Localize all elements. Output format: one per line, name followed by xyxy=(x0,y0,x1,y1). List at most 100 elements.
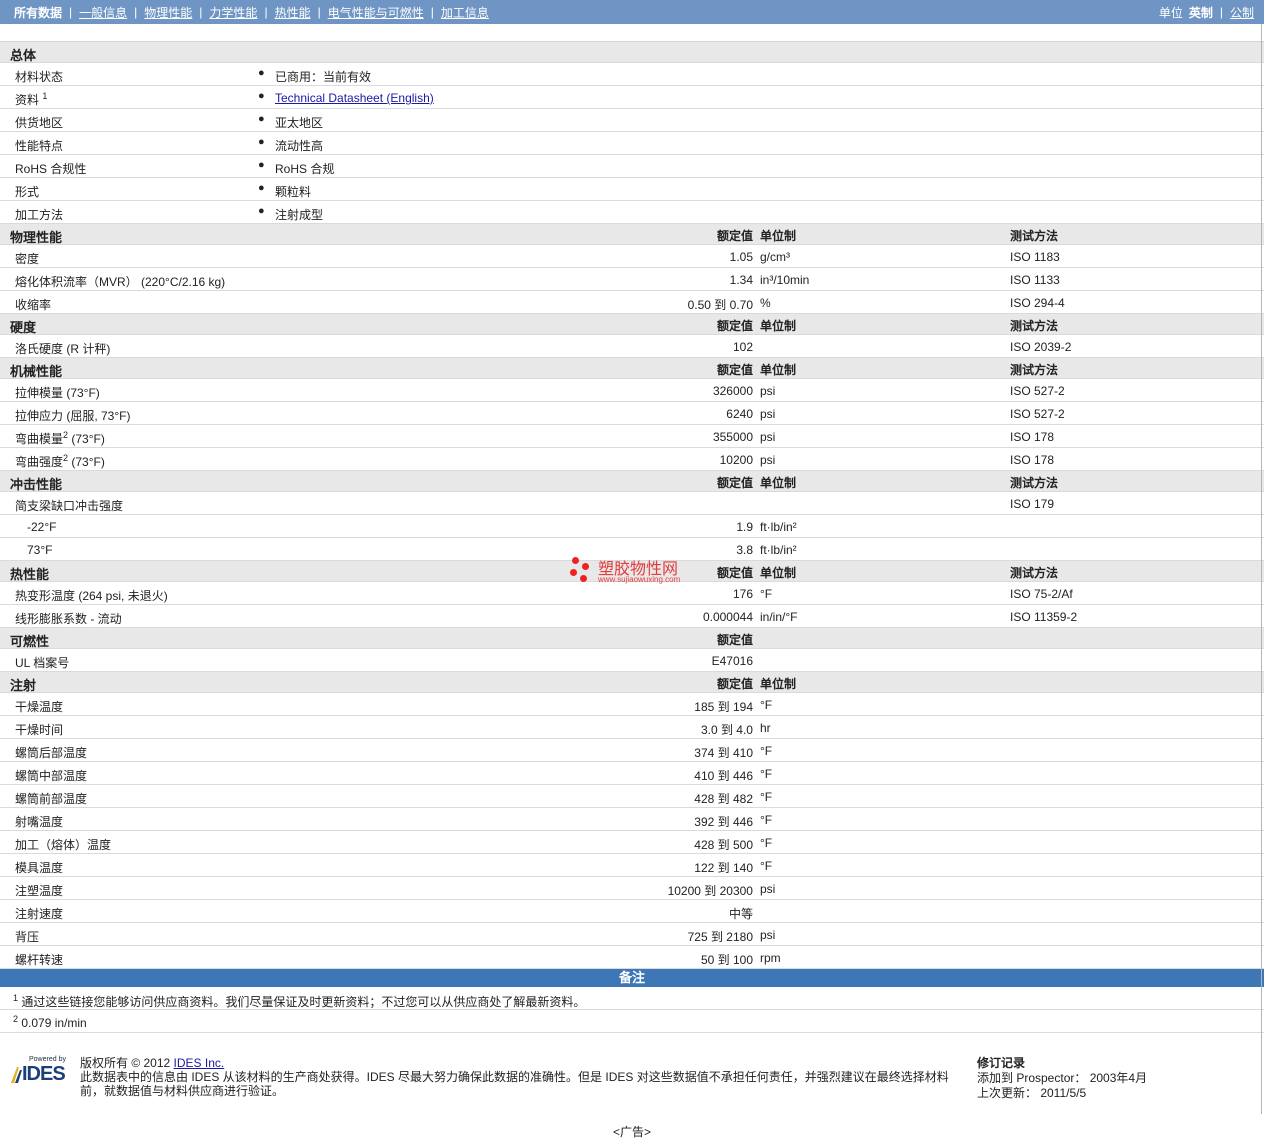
ides-logo: Powered by IDES xyxy=(8,1056,70,1085)
property-unit: % xyxy=(760,296,771,310)
property-unit: in/in/°F xyxy=(760,610,798,624)
header-unit: 单位制 xyxy=(760,229,797,243)
section-title: 注射 xyxy=(10,678,37,693)
property-unit: psi xyxy=(760,430,776,444)
datasheet-link[interactable]: Technical Datasheet (English) xyxy=(275,91,434,105)
tab-5[interactable]: 电气性能与可燃性 xyxy=(328,4,424,21)
property-method: ISO 75-2/Af xyxy=(1010,587,1073,601)
property-row: 弯曲模量2 (73°F) 355000 psi ISO 178 xyxy=(0,425,1264,448)
property-row: 弯曲强度2 (73°F) 10200 psi ISO 178 xyxy=(0,448,1264,471)
property-method: ISO 1133 xyxy=(1010,273,1060,287)
note-text: 2 0.079 in/min xyxy=(13,1014,87,1031)
header-value: 额定值 xyxy=(716,229,753,243)
header-unit: 单位制 xyxy=(760,363,797,377)
note-item: 1 通过这些链接您能够访问供应商资料。我们尽量保证及时更新资料；不过您可以从供应… xyxy=(0,987,1264,1010)
tab-6[interactable]: 加工信息 xyxy=(441,4,489,21)
property-row: 螺杆转速 50 到 100 rpm xyxy=(0,946,1264,969)
notes-header: 备注 xyxy=(0,969,1264,987)
page-border xyxy=(1261,24,1262,1114)
property-row: 加工（熔体）温度 428 到 500 °F xyxy=(0,831,1264,854)
property-row: 线形膨胀系数 - 流动 0.000044 in/in/°F ISO 11359-2 xyxy=(0,605,1264,628)
property-row: 干燥时间 3.0 到 4.0 hr xyxy=(0,716,1264,739)
property-row: 熔化体积流率（MVR） (220°C/2.16 kg) 1.34 in³/10min… xyxy=(0,268,1264,291)
units-label: 单位 xyxy=(1158,5,1183,20)
header-method: 测试方法 xyxy=(1010,566,1059,580)
property-unit: hr xyxy=(760,721,771,735)
watermark: 塑胶物性网 www.sujiaowuxing.com xyxy=(568,555,708,589)
tab-1[interactable]: 一般信息 xyxy=(79,4,127,21)
property-value: 0.000044 xyxy=(702,610,753,624)
header-value: 额定值 xyxy=(716,677,753,691)
property-unit: ft·lb/in² xyxy=(760,520,797,534)
property-label: 热变形温度 (264 psi, 未退火) xyxy=(15,589,168,603)
section-header: 硬度 额定值 单位制 测试方法 xyxy=(0,314,1264,335)
general-row: 形式 ● 颗粒料 xyxy=(0,178,1264,201)
property-row: 拉伸模量 (73°F) 326000 psi ISO 527-2 xyxy=(0,379,1264,402)
property-label: 熔化体积流率（MVR） (220°C/2.16 kg) xyxy=(15,275,226,289)
tab-0[interactable]: 所有数据 xyxy=(14,4,62,21)
property-label: 线形膨胀系数 - 流动 xyxy=(15,612,122,626)
header-unit: 单位制 xyxy=(760,677,797,691)
property-label: 射嘴温度 xyxy=(15,815,64,829)
property-value: 122 到 140 xyxy=(694,861,753,875)
unit-metric[interactable]: 公制 xyxy=(1230,4,1254,21)
ides-link[interactable]: IDES Inc. xyxy=(174,1056,225,1070)
property-row: 密度 1.05 g/cm³ ISO 1183 xyxy=(0,245,1264,268)
general-row: 资料 1 ● Technical Datasheet (English) xyxy=(0,86,1264,109)
property-unit: °F xyxy=(760,767,773,781)
property-value: 1.05 xyxy=(729,250,753,264)
property-value: 428 到 482 xyxy=(694,792,753,806)
property-unit: °F xyxy=(760,587,773,601)
tab-2[interactable]: 物理性能 xyxy=(144,4,192,21)
property-label: RoHS 合规性 xyxy=(15,162,87,176)
property-unit: °F xyxy=(760,859,773,873)
section-header-general: 总体 xyxy=(0,42,1264,63)
property-method: ISO 178 xyxy=(1010,430,1055,444)
footer: Powered by IDES 版权所有 © 2012 IDES Inc. 此数… xyxy=(0,1053,1264,1113)
property-label: 73°F xyxy=(27,543,53,557)
property-label: 密度 xyxy=(15,252,40,266)
property-value: 355000 xyxy=(712,430,753,444)
property-value: 0.50 到 0.70 xyxy=(687,298,753,312)
property-row: 模具温度 122 到 140 °F xyxy=(0,854,1264,877)
section-tabs: 所有数据 | 一般信息 | 物理性能 | 力学性能 | 热性能 | 电气性能与可燃性 | 加工信息 xyxy=(14,4,489,21)
tab-4[interactable]: 热性能 xyxy=(275,4,311,21)
property-row: 螺筒前部温度 428 到 482 °F xyxy=(0,785,1264,808)
property-label: 注射速度 xyxy=(15,907,64,921)
tab-3[interactable]: 力学性能 xyxy=(209,4,257,21)
property-value: 3.8 xyxy=(736,543,753,557)
property-unit: psi xyxy=(760,928,776,942)
section-title: 物理性能 xyxy=(10,230,63,245)
header-value: 额定值 xyxy=(716,363,753,377)
property-value: 725 到 2180 xyxy=(687,930,753,944)
property-row: 螺筒中部温度 410 到 446 °F xyxy=(0,762,1264,785)
note-number: 1 xyxy=(13,993,19,1003)
disclaimer-text: 此数据表中的信息由 IDES 从该材料的生产商处获得。IDES 尽最大努力确保此… xyxy=(80,1070,949,1098)
unit-imperial[interactable]: 英制 xyxy=(1189,4,1213,21)
property-label: 干燥温度 xyxy=(15,700,64,714)
property-row: 洛氏硬度 (R 计秤) 102 ISO 2039-2 xyxy=(0,335,1264,358)
property-label: 弯曲强度2 (73°F) xyxy=(15,453,105,470)
notes-list: 1 通过这些链接您能够访问供应商资料。我们尽量保证及时更新资料；不过您可以从供应… xyxy=(0,987,1264,1033)
bullet-icon: ● xyxy=(258,182,265,194)
property-value: 185 到 194 xyxy=(694,700,753,714)
property-label: 加工方法 xyxy=(15,208,64,222)
general-row: RoHS 合规性 ● RoHS 合规 xyxy=(0,155,1264,178)
header-unit: 单位制 xyxy=(760,566,797,580)
section-title: 冲击性能 xyxy=(10,477,63,492)
property-label: 模具温度 xyxy=(15,861,64,875)
property-value: 3.0 到 4.0 xyxy=(700,723,753,737)
property-method: ISO 527-2 xyxy=(1010,407,1065,421)
header-unit: 单位制 xyxy=(760,476,797,490)
property-row: 注塑温度 10200 到 20300 psi xyxy=(0,877,1264,900)
property-label: 干燥时间 xyxy=(15,723,64,737)
property-row: 背压 725 到 2180 psi xyxy=(0,923,1264,946)
property-unit: °F xyxy=(760,836,773,850)
property-label: 背压 xyxy=(15,930,40,944)
property-label: 螺筒后部温度 xyxy=(15,746,88,760)
property-value: 颗粒料 xyxy=(275,185,312,199)
footnote-ref: 1 xyxy=(42,91,48,101)
section-title: 硬度 xyxy=(10,320,37,335)
property-label: 收缩率 xyxy=(15,298,52,312)
section-title: 热性能 xyxy=(10,567,50,582)
